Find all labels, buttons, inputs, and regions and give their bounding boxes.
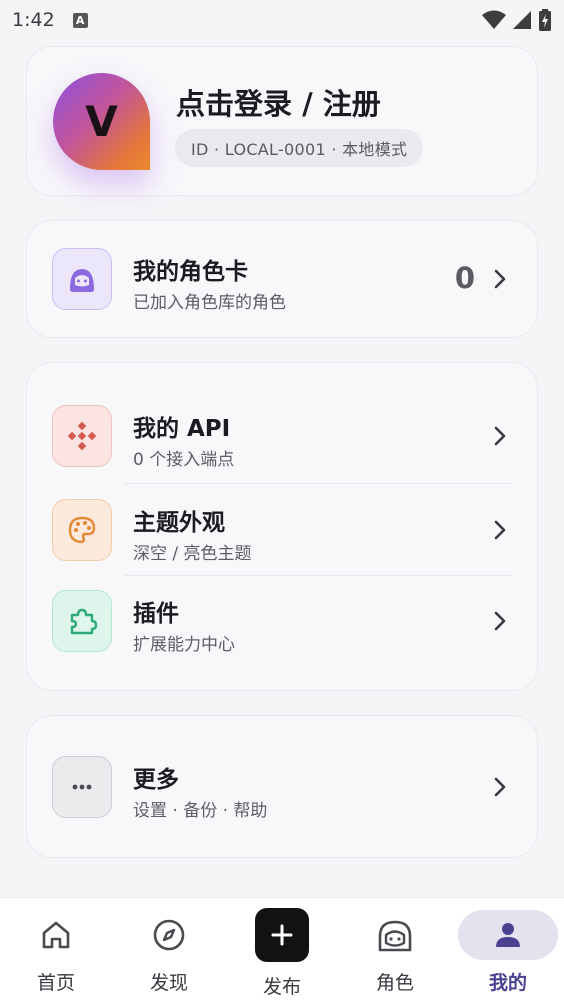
theme-title: 主题外观 xyxy=(133,510,225,536)
api-icon xyxy=(67,421,97,451)
status-time: 1:42 xyxy=(12,9,55,31)
plugin-title: 插件 xyxy=(133,601,179,627)
more-dots-icon xyxy=(72,784,92,790)
more-card[interactable]: 更多 设置 · 备份 · 帮助 xyxy=(26,715,538,858)
chevron-right-icon xyxy=(494,269,506,289)
more-row[interactable]: 更多 设置 · 备份 · 帮助 xyxy=(27,742,539,834)
divider xyxy=(125,483,513,484)
character-count: 0 xyxy=(454,261,475,295)
api-subtitle: 0 个接入端点 xyxy=(133,450,235,470)
avatar[interactable]: V xyxy=(53,73,150,170)
plugin-row[interactable]: 插件 扩展能力中心 xyxy=(27,576,539,668)
nav-discover[interactable]: 发现 xyxy=(113,898,225,1004)
nav-publish[interactable]: 发布 xyxy=(226,898,338,1004)
character-cards-subtitle: 已加入角色库的角色 xyxy=(133,293,286,313)
status-bar: 1:42 A xyxy=(0,0,564,40)
nav-publish-label: 发布 xyxy=(262,976,301,998)
bottom-nav: 首页 发现 发布 角色 我的 xyxy=(0,897,564,1004)
person-icon xyxy=(496,923,520,947)
character-icon xyxy=(378,920,412,952)
theme-subtitle: 深空 / 亮色主题 xyxy=(133,544,252,564)
chevron-right-icon xyxy=(494,611,506,631)
more-title: 更多 xyxy=(133,767,179,793)
compass-icon xyxy=(153,919,185,951)
settings-group-card: 我的 API 0 个接入端点 主题外观 深空 / 亮色主题 插件 扩展能力中心 xyxy=(26,362,538,691)
nav-character-label: 角色 xyxy=(375,972,414,994)
api-icon-box xyxy=(52,405,112,467)
puzzle-icon xyxy=(70,608,98,635)
character-cards-title: 我的角色卡 xyxy=(133,259,248,285)
api-row[interactable]: 我的 API 0 个接入端点 xyxy=(27,391,539,483)
character-card-icon-box xyxy=(52,248,112,310)
nav-home[interactable]: 首页 xyxy=(0,898,112,1004)
character-face-icon xyxy=(70,269,94,292)
chevron-right-icon xyxy=(494,777,506,797)
more-icon-box xyxy=(52,756,112,818)
home-icon xyxy=(42,921,70,949)
nav-character[interactable]: 角色 xyxy=(339,898,451,1004)
profile-card[interactable]: V 点击登录 / 注册 ID · LOCAL-0001 · 本地模式 xyxy=(26,46,538,196)
theme-icon-box xyxy=(52,499,112,561)
nav-home-label: 首页 xyxy=(36,972,75,994)
nav-me-label: 我的 xyxy=(488,972,527,994)
api-title: 我的 API xyxy=(133,416,231,442)
publish-button[interactable] xyxy=(255,908,309,962)
chevron-right-icon xyxy=(494,426,506,446)
nav-me[interactable]: 我的 xyxy=(452,898,564,1004)
plugin-icon-box xyxy=(52,590,112,652)
user-id-chip: ID · LOCAL-0001 · 本地模式 xyxy=(175,129,424,167)
status-icons xyxy=(482,9,552,31)
theme-row[interactable]: 主题外观 深空 / 亮色主题 xyxy=(27,485,539,577)
wifi-icon xyxy=(482,10,506,29)
plus-icon xyxy=(271,924,293,946)
plugin-subtitle: 扩展能力中心 xyxy=(133,635,235,655)
character-cards-card[interactable]: 我的角色卡 已加入角色库的角色 0 xyxy=(26,220,538,338)
nav-discover-label: 发现 xyxy=(149,972,188,994)
more-subtitle: 设置 · 备份 · 帮助 xyxy=(133,801,268,821)
battery-icon xyxy=(539,9,551,31)
chevron-right-icon xyxy=(494,520,506,540)
character-cards-row[interactable]: 我的角色卡 已加入角色库的角色 0 xyxy=(27,234,539,326)
notification-a-icon: A xyxy=(72,12,88,28)
signal-icon xyxy=(513,11,531,29)
palette-icon xyxy=(68,516,96,544)
login-register-link[interactable]: 点击登录 / 注册 xyxy=(176,81,381,123)
